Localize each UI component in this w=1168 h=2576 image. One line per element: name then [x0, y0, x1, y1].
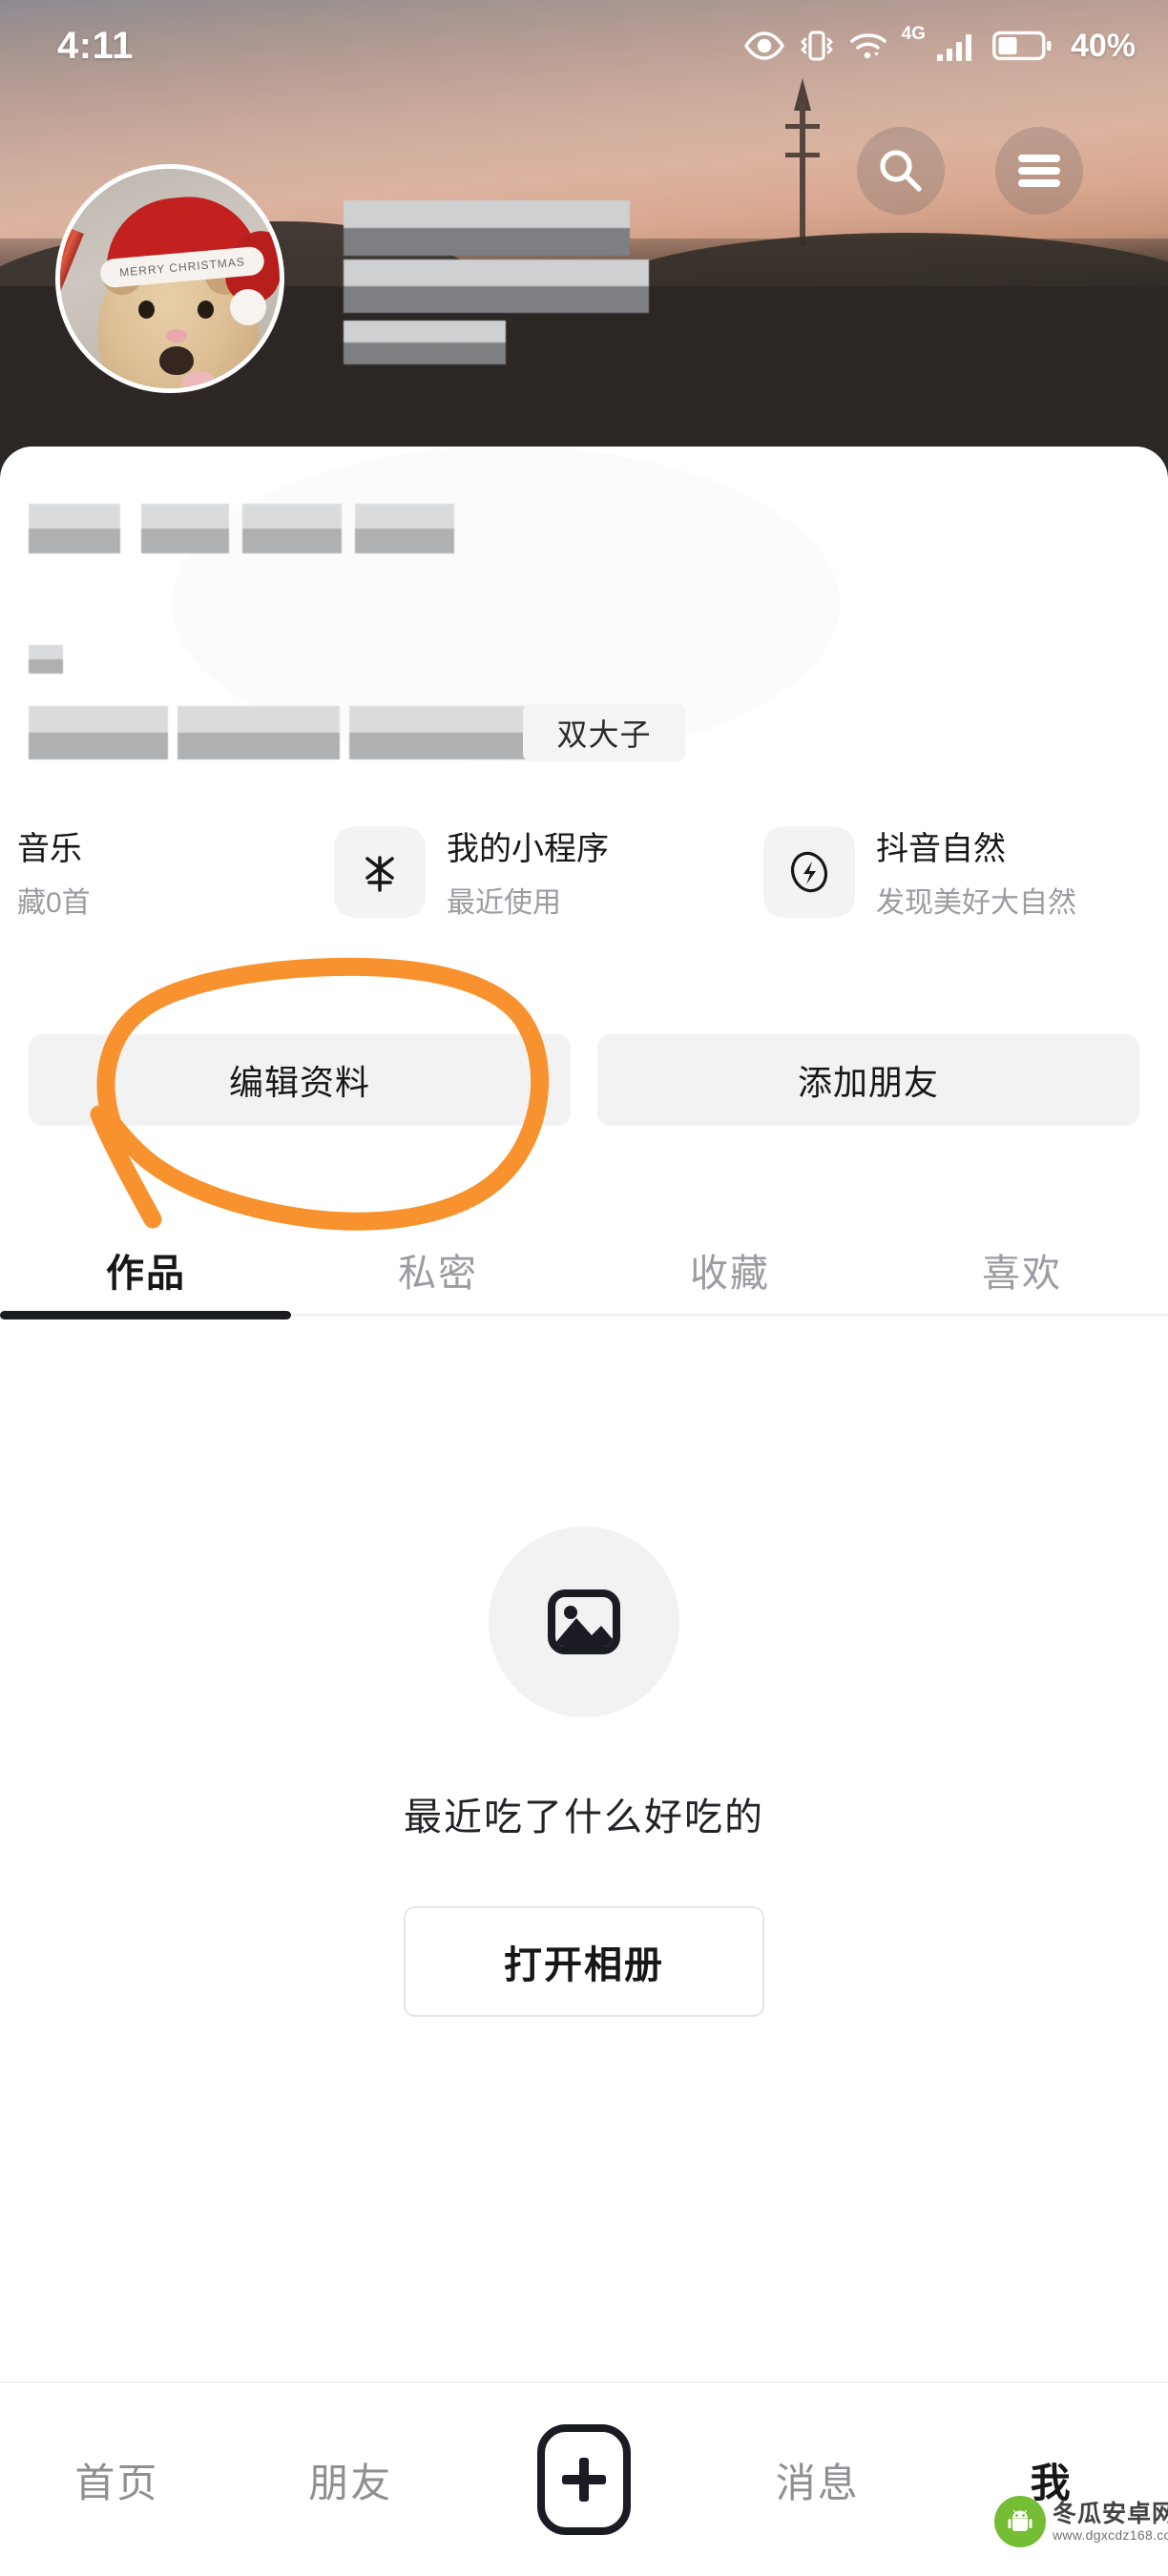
search-button[interactable] [857, 127, 945, 215]
censored-header-line-2 [344, 260, 649, 313]
status-time: 4:11 [57, 24, 134, 67]
mini-card-music[interactable]: 音乐 藏0首 [0, 822, 324, 921]
status-icons: 4G 40% [743, 24, 1136, 65]
profile-sheet [0, 447, 1168, 2576]
douyin-nature-icon [763, 825, 855, 918]
vibrate-icon [800, 31, 833, 61]
nav-item-messages[interactable]: 消息 [700, 2451, 934, 2509]
mini-card-music-subtitle: 藏0首 [17, 887, 91, 919]
image-placeholder-icon [489, 1527, 679, 1717]
bottom-navigation-bar: 首页 朋友 消息 我 [0, 2383, 1168, 2576]
censored-tag-2 [177, 706, 340, 759]
wifi-icon [849, 33, 886, 59]
android-robot-icon [994, 2496, 1046, 2547]
tab-active-indicator [0, 1311, 291, 1319]
mini-card-douyin-nature-title: 抖音自然 [876, 831, 1006, 867]
eye-care-icon [743, 31, 784, 60]
tab-likes[interactable]: 喜欢 [876, 1242, 1168, 1298]
censored-bio [29, 645, 63, 674]
signal-icon [936, 34, 971, 61]
watermark-text: 冬瓜安卓网 www.dgxcdz168.com [1053, 2500, 1168, 2543]
censored-header-line-3 [344, 321, 506, 364]
nav-item-home[interactable]: 首页 [0, 2451, 234, 2509]
watermark-site-name: 冬瓜安卓网 [1053, 2500, 1168, 2527]
mini-card-mini-program-text: 我的小程序 最近使用 [447, 822, 609, 921]
mini-card-mini-program-title: 我的小程序 [447, 831, 609, 867]
profile-action-buttons: 编辑资料 添加朋友 [0, 1034, 1168, 1126]
avatar-santa-hat-pompom [230, 289, 266, 325]
tab-favorites[interactable]: 收藏 [584, 1242, 876, 1298]
tab-works[interactable]: 作品 [0, 1242, 292, 1298]
censored-stat-1 [29, 504, 120, 553]
avatar-mouth [159, 346, 194, 375]
mini-program-icon [334, 825, 426, 918]
nav-item-create[interactable] [468, 2424, 701, 2535]
open-album-button[interactable]: 打开相册 [404, 1906, 764, 2017]
profile-tag[interactable]: 双大子 [523, 704, 685, 761]
battery-percent-label: 40% [1070, 27, 1136, 64]
site-watermark: 冬瓜安卓网 www.dgxcdz168.com [994, 2496, 1168, 2547]
battery-icon [992, 31, 1052, 61]
mini-card-douyin-nature-subtitle: 发现美好大自然 [876, 887, 1076, 919]
censored-header-line-1 [344, 200, 630, 256]
avatar[interactable]: MERRY CHRISTMAS [55, 164, 284, 393]
cover-radio-tower [785, 103, 820, 246]
mini-card-mini-program[interactable]: 我的小程序 最近使用 [324, 822, 754, 921]
add-friend-button[interactable]: 添加朋友 [597, 1034, 1139, 1126]
mini-card-music-title: 音乐 [17, 831, 82, 867]
mini-card-douyin-nature-text: 抖音自然 发现美好大自然 [876, 822, 1076, 921]
censored-stat-2 [141, 504, 229, 553]
censored-tag-3 [349, 706, 527, 759]
mini-card-music-text: 音乐 藏0首 [17, 822, 91, 921]
plus-icon[interactable] [536, 2424, 631, 2535]
mini-cards-row: 音乐 藏0首 我的小程序 最近使用 抖音自然 发现美好大自然 [0, 822, 1168, 921]
avatar-nose [166, 329, 187, 343]
tab-private[interactable]: 私密 [292, 1242, 584, 1298]
avatar-eye-left [138, 301, 155, 319]
watermark-url: www.dgxcdz168.com [1053, 2526, 1168, 2543]
network-type-label: 4G [901, 24, 926, 44]
censored-stat-3 [242, 504, 342, 553]
menu-button[interactable] [995, 127, 1083, 215]
censored-stat-4 [355, 504, 454, 553]
hamburger-menu-icon [1018, 150, 1060, 192]
mini-card-douyin-nature[interactable]: 抖音自然 发现美好大自然 [754, 822, 1168, 921]
empty-state: 最近吃了什么好吃的 打开相册 [0, 1527, 1168, 2017]
edit-profile-button[interactable]: 编辑资料 [29, 1034, 571, 1126]
search-icon [880, 150, 922, 192]
douyin-profile-screen: 4:11 4G 40% MERRY CHRISTMAS 双大子 音乐 藏0首 我… [0, 0, 1168, 2576]
mini-card-mini-program-subtitle: 最近使用 [447, 887, 561, 919]
empty-state-message: 最近吃了什么好吃的 [404, 1797, 764, 1839]
censored-tag-1 [29, 706, 168, 759]
profile-tabs: 作品 私密 收藏 喜欢 [0, 1217, 1168, 1322]
avatar-eye-right [198, 301, 214, 319]
status-bar: 4:11 4G 40% [0, 0, 1168, 92]
nav-item-friends[interactable]: 朋友 [234, 2451, 468, 2509]
